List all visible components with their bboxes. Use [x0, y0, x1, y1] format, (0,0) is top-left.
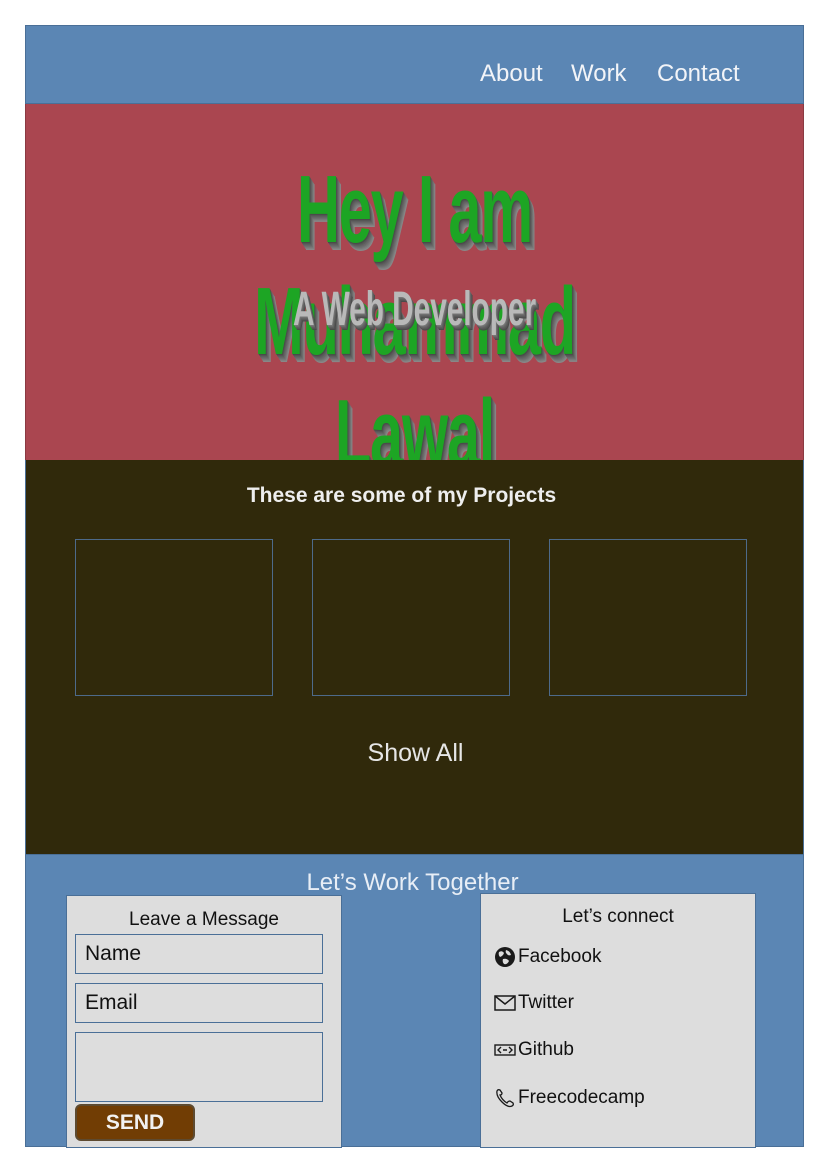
freecodecamp-link[interactable]: Freecodecamp — [494, 1085, 645, 1111]
nav-link-about[interactable]: About — [480, 60, 543, 88]
facebook-link[interactable]: Facebook — [494, 944, 601, 970]
freecodecamp-label: Freecodecamp — [518, 1087, 645, 1108]
envelope-icon — [494, 992, 518, 1014]
top-nav-bar: About Work Contact — [25, 25, 804, 104]
hero-section: Hey I am Muhammad Lawal A Web Developer — [25, 104, 804, 487]
projects-heading: These are some of my Projects — [246, 484, 557, 507]
email-field[interactable] — [75, 983, 323, 1023]
phone-icon — [494, 1087, 518, 1109]
nav-link-work[interactable]: Work — [571, 60, 627, 88]
hero-subtitle: A Web Developer — [292, 283, 537, 336]
github-link[interactable]: Github — [494, 1037, 574, 1063]
project-card[interactable] — [549, 539, 747, 696]
code-icon — [494, 1039, 518, 1061]
message-form: Leave a Message SEND — [66, 895, 342, 1148]
message-form-label: Leave a Message — [129, 909, 279, 930]
page: About Work Contact Hey I am Muhammad Law… — [25, 25, 804, 1148]
nav-link-contact[interactable]: Contact — [657, 60, 740, 88]
github-label: Github — [518, 1039, 574, 1060]
name-field[interactable] — [75, 934, 323, 974]
facebook-label: Facebook — [518, 946, 602, 967]
project-card[interactable] — [312, 539, 510, 696]
twitter-label: Twitter — [518, 992, 574, 1013]
connect-panel-label: Let’s connect — [562, 906, 674, 927]
send-button[interactable]: SEND — [75, 1104, 195, 1141]
project-card[interactable] — [75, 539, 273, 696]
contact-section: Let’s Work Together Leave a Message SEND… — [25, 854, 804, 1148]
projects-section: These are some of my Projects Show All — [25, 460, 804, 854]
connect-panel: Let’s connect Facebook Twitter Github Fr… — [480, 893, 756, 1148]
message-field[interactable] — [75, 1032, 323, 1102]
twitter-link[interactable]: Twitter — [494, 990, 574, 1016]
globe-icon — [494, 946, 518, 968]
show-all-link[interactable]: Show All — [26, 739, 805, 768]
